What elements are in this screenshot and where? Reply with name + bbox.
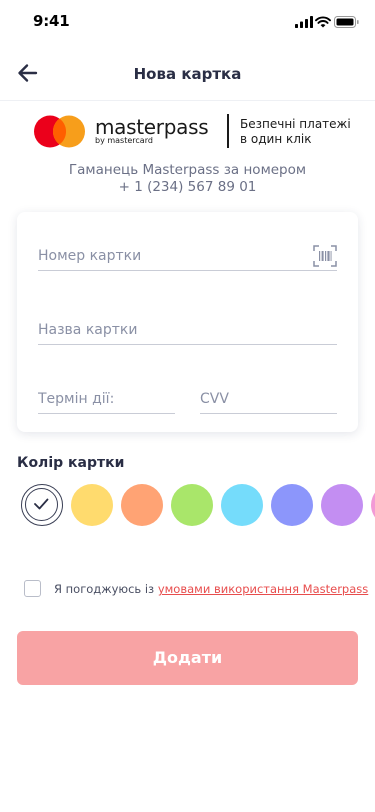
card-scan-icon[interactable]: [313, 245, 337, 267]
status-time: 9:41: [33, 12, 70, 30]
card-number-input[interactable]: [38, 244, 337, 268]
checkmark-icon: [34, 498, 49, 510]
color-swatches: [21, 484, 375, 526]
card-name-field: [38, 316, 337, 345]
color-swatch[interactable]: [171, 484, 213, 526]
tagline-line-1: Безпечні платежі: [240, 117, 351, 131]
color-swatch[interactable]: [121, 484, 163, 526]
status-bar: 9:41: [0, 0, 375, 44]
color-swatch[interactable]: [271, 484, 313, 526]
wallet-phone: + 1 (234) 567 89 01: [118, 179, 257, 195]
expiry-field: [38, 385, 175, 414]
add-card-button[interactable]: Додати: [17, 631, 358, 685]
masterpass-banner: masterpass by mastercard Безпечні платеж…: [34, 114, 354, 150]
color-swatch-selected[interactable]: [21, 484, 63, 526]
swatch-ring: [25, 488, 58, 521]
card-form: [17, 212, 358, 432]
card-name-input[interactable]: [38, 318, 337, 342]
cvv-field: [200, 385, 337, 414]
card-color-label: Колір картки: [17, 455, 125, 471]
page-title: Нова картка: [133, 65, 242, 83]
terms-agreement: Я погоджуюсь із умовами використання Mas…: [24, 580, 368, 600]
wallet-label: Гаманець Masterpass за номером: [68, 162, 307, 178]
cellular-signal-icon: [295, 16, 313, 28]
color-swatch[interactable]: [221, 484, 263, 526]
wifi-icon: [315, 16, 331, 28]
color-swatch[interactable]: [71, 484, 113, 526]
card-number-field: [38, 242, 337, 271]
terms-checkbox[interactable]: [24, 580, 41, 597]
tagline-line-2: в один клік: [240, 132, 312, 146]
expiry-input[interactable]: [38, 387, 175, 411]
wallet-info: Гаманець Masterpass за номером + 1 (234)…: [0, 162, 375, 196]
terms-prefix: Я погоджуюсь із: [54, 582, 158, 596]
banner-divider: [227, 114, 229, 148]
mastercard-logo-icon: [34, 115, 85, 148]
color-swatch[interactable]: [371, 484, 375, 526]
cvv-input[interactable]: [200, 387, 337, 411]
masterpass-tagline: Безпечні платежі в один клік: [240, 117, 360, 147]
mastercard-byline: by mastercard: [95, 136, 153, 145]
terms-text: Я погоджуюсь із умовами використання Mas…: [54, 582, 368, 596]
battery-icon: [334, 16, 359, 28]
app-header: Нова картка: [0, 44, 375, 101]
terms-link[interactable]: умовами використання Masterpass: [158, 582, 368, 596]
color-swatch[interactable]: [321, 484, 363, 526]
